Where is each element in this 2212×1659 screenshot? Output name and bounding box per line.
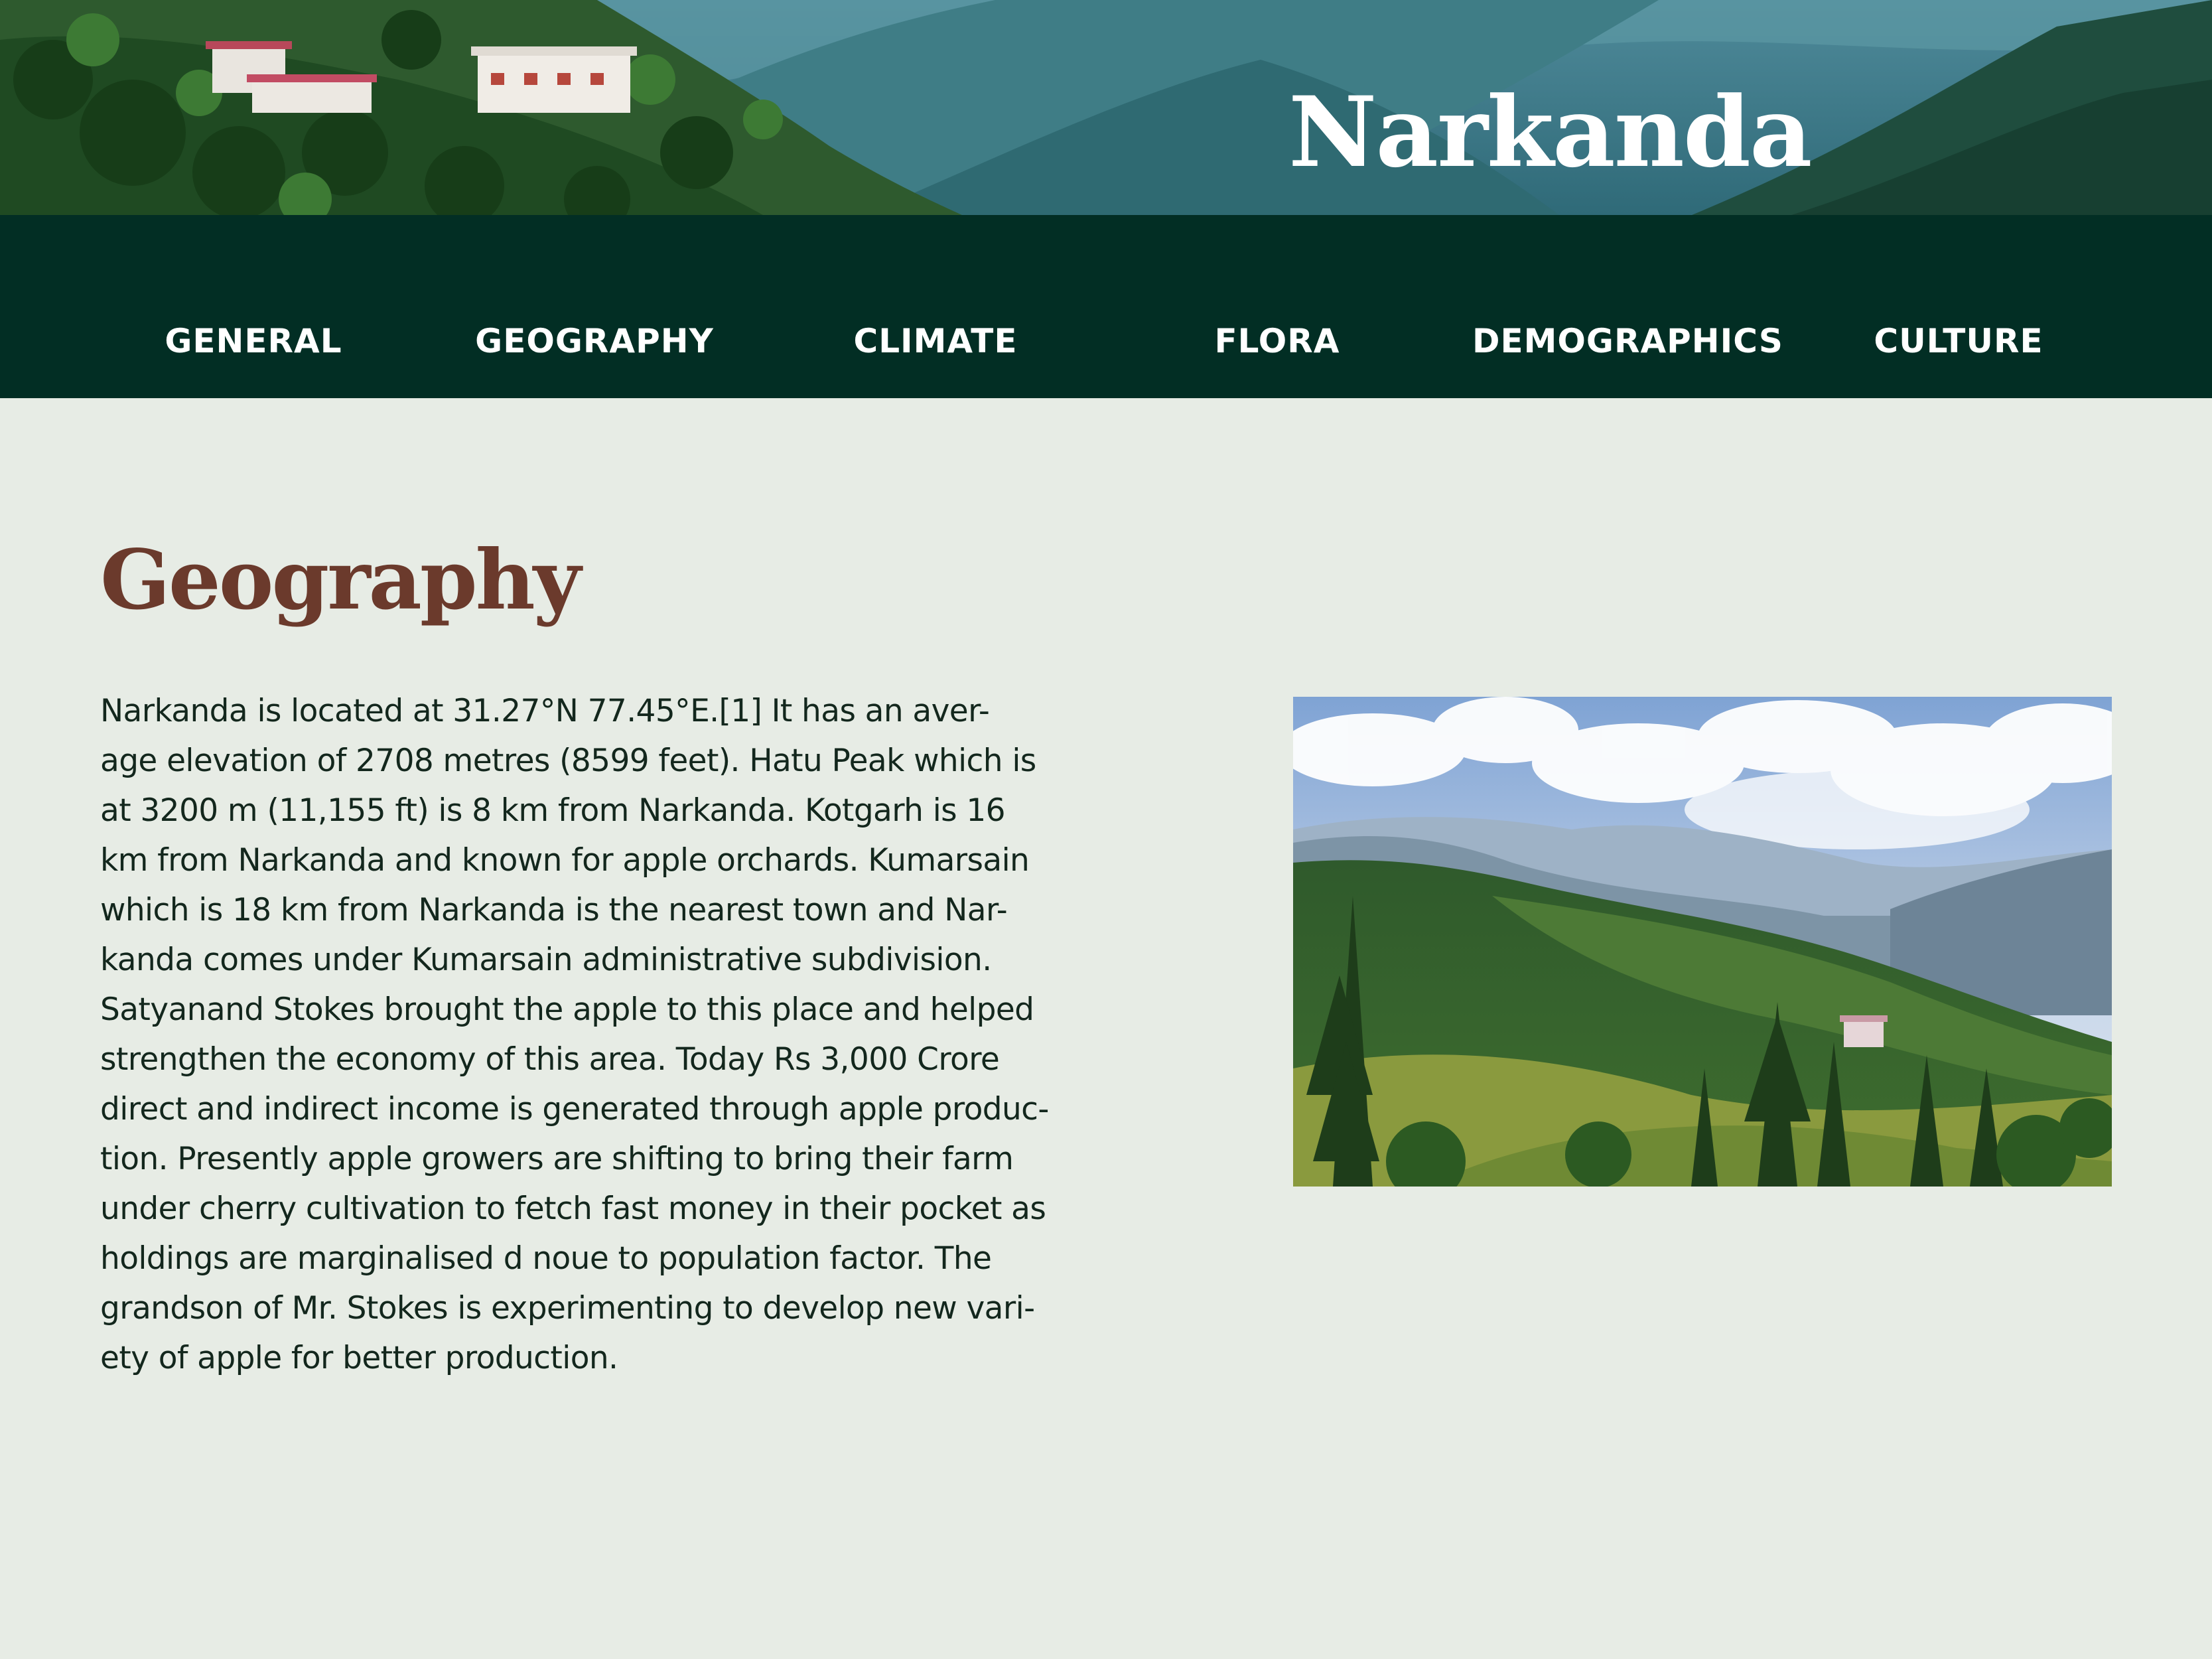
body-text-line: Narkanda is located at 31.27°N 77.45°E.[… — [100, 693, 990, 729]
body-text-line: km from Narkanda and known for apple orc… — [100, 842, 1030, 879]
body-text-line: direct and indirect income is generated … — [100, 1091, 1049, 1127]
body-text-line: tion. Presently apple growers are shifti… — [100, 1141, 1014, 1177]
nav-item-demographics[interactable]: DEMOGRAPHICS — [1472, 317, 1783, 365]
main-navigation: GENERAL GEOGRAPHY CLIMATE FLORA DEMOGRAP… — [0, 215, 2212, 398]
nav-item-culture[interactable]: CULTURE — [1813, 317, 2105, 365]
body-text-line: kanda comes under Kumarsain administrati… — [100, 942, 992, 978]
body-text-line: strengthen the economy of this area. Tod… — [100, 1041, 1000, 1078]
body-text-line: ety of apple for better production. — [100, 1340, 618, 1376]
hero-banner: Narkanda — [0, 0, 2212, 215]
body-text-line: grandson of Mr. Stokes is experimenting … — [100, 1290, 1035, 1327]
body-text-line: at 3200 m (11,155 ft) is 8 km from Narka… — [100, 792, 1006, 829]
section-body-text: Narkanda is located at 31.27°N 77.45°E.[… — [100, 686, 1102, 1383]
body-text-line: age elevation of 2708 metres (8599 feet)… — [100, 743, 1036, 779]
nav-item-geography[interactable]: GEOGRAPHY — [449, 317, 740, 365]
mountain-village-banner-image — [0, 0, 2212, 215]
nav-item-climate[interactable]: CLIMATE — [790, 317, 1081, 365]
body-text-line: Satyanand Stokes brought the apple to th… — [100, 991, 1034, 1028]
nav-item-flora[interactable]: FLORA — [1131, 317, 1423, 365]
section-title: Geography — [100, 532, 581, 628]
body-text-line: which is 18 km from Narkanda is the near… — [100, 892, 1008, 928]
mountain-valley-photo — [1293, 697, 2112, 1187]
body-text-line: under cherry cultivation to fetch fast m… — [100, 1190, 1046, 1227]
site-title: Narkanda — [1288, 76, 1813, 189]
body-text-line: holdings are marginalised d noue to popu… — [100, 1240, 992, 1277]
nav-item-general[interactable]: GENERAL — [107, 317, 399, 365]
